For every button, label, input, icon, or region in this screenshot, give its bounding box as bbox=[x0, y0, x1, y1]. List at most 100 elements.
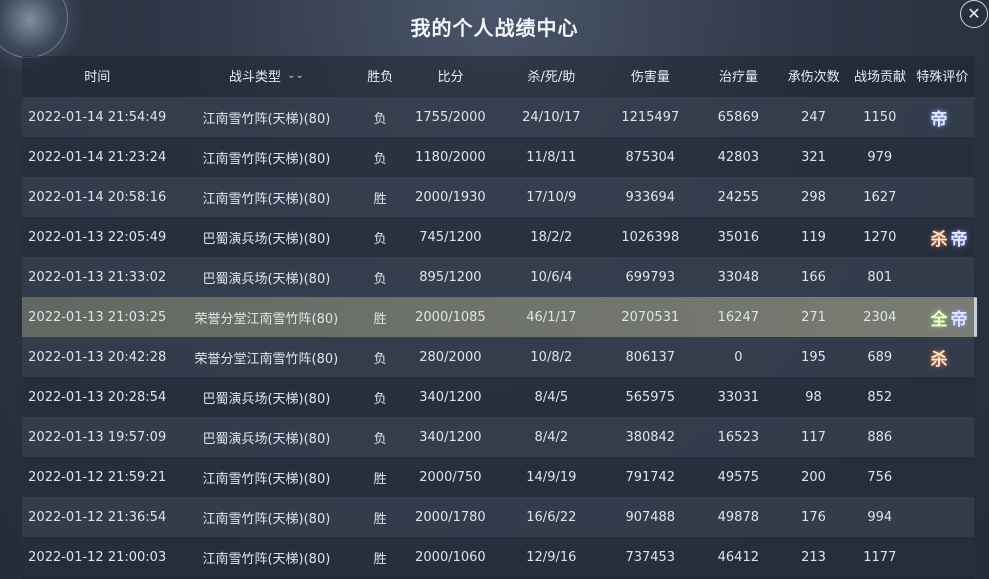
table-row[interactable]: 2022-01-12 21:36:54 江南雪竹阵(天梯)(80) 胜 2000/17… bbox=[22, 497, 974, 537]
cell-contribution: 689 bbox=[867, 349, 893, 365]
cell-damage: 699793 bbox=[625, 269, 676, 285]
cell-result: 胜 bbox=[373, 511, 387, 527]
cell-result: 胜 bbox=[373, 311, 387, 327]
cell-score: 1180/2000 bbox=[415, 149, 486, 165]
cell-damage: 806137 bbox=[625, 349, 676, 365]
emperor-badge-icon: 帝 bbox=[950, 309, 968, 330]
cell-hits-taken: 119 bbox=[801, 229, 826, 245]
table-row[interactable]: 2022-01-13 20:42:28 荣誉分堂江南雪竹阵(80) 负 280/200… bbox=[22, 337, 974, 377]
all-badge-icon: 全 bbox=[930, 309, 948, 330]
cell-hits-taken: 98 bbox=[805, 389, 822, 405]
cell-kda: 10/6/4 bbox=[530, 269, 573, 285]
cell-contribution: 801 bbox=[867, 269, 893, 285]
cell-kda: 8/4/5 bbox=[534, 389, 569, 405]
cell-evaluation: 杀帝 bbox=[910, 225, 974, 250]
header-time: 时间 bbox=[84, 69, 111, 85]
header-damage: 伤害量 bbox=[630, 69, 670, 85]
cell-damage: 737453 bbox=[625, 549, 676, 565]
cell-evaluation: 帝 bbox=[910, 105, 974, 130]
cell-healing: 65869 bbox=[717, 109, 759, 125]
table-row[interactable]: 2022-01-12 21:59:21 江南雪竹阵(天梯)(80) 胜 2000/75… bbox=[22, 457, 974, 497]
cell-time: 2022-01-12 21:00:03 bbox=[28, 549, 167, 565]
cell-score: 745/1200 bbox=[419, 229, 482, 245]
cell-damage: 875304 bbox=[625, 149, 676, 165]
table-row[interactable]: 2022-01-13 19:57:09 巴蜀演兵场(天梯)(80) 负 340/120… bbox=[22, 417, 974, 457]
cell-damage: 380842 bbox=[625, 429, 676, 445]
table-row[interactable]: 2022-01-12 21:00:03 江南雪竹阵(天梯)(80) 胜 2000/10… bbox=[22, 537, 974, 577]
cell-type: 巴蜀演兵场(天梯)(80) bbox=[202, 271, 331, 287]
cell-score: 2000/1060 bbox=[415, 549, 486, 565]
cell-type: 江南雪竹阵(天梯)(80) bbox=[202, 151, 331, 167]
cell-contribution: 1150 bbox=[863, 109, 897, 125]
header-kda: 杀/死/助 bbox=[527, 69, 576, 85]
cell-contribution: 852 bbox=[867, 389, 893, 405]
cell-hits-taken: 247 bbox=[801, 109, 826, 125]
cell-kda: 46/1/17 bbox=[526, 309, 577, 325]
cell-hits-taken: 117 bbox=[801, 429, 826, 445]
header-hits-taken: 承伤次数 bbox=[787, 69, 840, 85]
cell-result: 负 bbox=[373, 151, 387, 167]
cell-hits-taken: 298 bbox=[801, 189, 826, 205]
cell-result: 负 bbox=[373, 271, 387, 287]
cell-hits-taken: 213 bbox=[801, 549, 826, 565]
cell-hits-taken: 271 bbox=[801, 309, 826, 325]
cell-damage: 907488 bbox=[625, 509, 676, 525]
cell-score: 2000/1780 bbox=[415, 509, 486, 525]
cell-contribution: 1270 bbox=[863, 229, 897, 245]
cell-contribution: 2304 bbox=[863, 309, 897, 325]
cell-type: 江南雪竹阵(天梯)(80) bbox=[202, 191, 331, 207]
cell-score: 340/1200 bbox=[419, 429, 482, 445]
cell-hits-taken: 195 bbox=[801, 349, 826, 365]
cell-kda: 8/4/2 bbox=[534, 429, 569, 445]
cell-healing: 49878 bbox=[717, 509, 759, 525]
cell-healing: 42803 bbox=[717, 149, 759, 165]
emperor-badge-icon: 帝 bbox=[950, 229, 968, 250]
cell-type: 江南雪竹阵(天梯)(80) bbox=[202, 551, 331, 567]
cell-result: 负 bbox=[373, 351, 387, 367]
table-row[interactable]: 2022-01-13 22:05:49 巴蜀演兵场(天梯)(80) 负 745/120… bbox=[22, 217, 974, 257]
cell-contribution: 979 bbox=[867, 149, 893, 165]
cell-time: 2022-01-13 20:42:28 bbox=[28, 349, 167, 365]
cell-healing: 33031 bbox=[717, 389, 759, 405]
close-button[interactable]: ✕ bbox=[960, 0, 988, 28]
table-row[interactable]: 2022-01-14 21:23:24 江南雪竹阵(天梯)(80) 负 1180/20… bbox=[22, 137, 974, 177]
table-row[interactable]: 2022-01-14 21:54:49 江南雪竹阵(天梯)(80) 负 1755/20… bbox=[22, 97, 974, 137]
cell-time: 2022-01-13 20:28:54 bbox=[28, 389, 167, 405]
cell-score: 2000/1085 bbox=[415, 309, 486, 325]
table-row[interactable]: 2022-01-13 21:33:02 巴蜀演兵场(天梯)(80) 负 895/120… bbox=[22, 257, 974, 297]
cell-kda: 18/2/2 bbox=[530, 229, 573, 245]
cell-contribution: 886 bbox=[867, 429, 893, 445]
table-row[interactable]: 2022-01-13 20:28:54 巴蜀演兵场(天梯)(80) 负 340/120… bbox=[22, 377, 974, 417]
cell-hits-taken: 200 bbox=[801, 469, 826, 485]
table-row[interactable]: 2022-01-14 20:58:16 江南雪竹阵(天梯)(80) 胜 2000/19… bbox=[22, 177, 974, 217]
header-healing: 治疗量 bbox=[718, 69, 758, 85]
cell-type: 荣誉分堂江南雪竹阵(80) bbox=[194, 311, 339, 327]
cell-type: 巴蜀演兵场(天梯)(80) bbox=[202, 391, 331, 407]
emperor-badge-icon: 帝 bbox=[930, 109, 948, 130]
cell-healing: 33048 bbox=[717, 269, 759, 285]
table-header: 时间 战斗类型 ⌄⌄ 胜负 比分 杀/死/助 伤害量 治疗量 承伤次数 战场贡献… bbox=[22, 57, 974, 93]
cell-kda: 14/9/19 bbox=[526, 469, 577, 485]
table-row[interactable]: 2022-01-13 21:03:25 荣誉分堂江南雪竹阵(80) 胜 2000/10… bbox=[22, 297, 974, 337]
cell-time: 2022-01-13 21:03:25 bbox=[28, 309, 167, 325]
cell-time: 2022-01-13 22:05:49 bbox=[28, 229, 167, 245]
header-type[interactable]: 战斗类型 ⌄⌄ bbox=[172, 66, 360, 85]
scrollbar-thumb[interactable] bbox=[974, 297, 977, 337]
cell-healing: 16247 bbox=[717, 309, 759, 325]
cell-score: 2000/750 bbox=[419, 469, 482, 485]
header-contribution: 战场贡献 bbox=[853, 69, 906, 85]
cell-damage: 791742 bbox=[625, 469, 676, 485]
cell-result: 胜 bbox=[373, 191, 387, 207]
cell-damage: 565975 bbox=[625, 389, 676, 405]
cell-result: 胜 bbox=[373, 551, 387, 567]
cell-healing: 24255 bbox=[717, 189, 759, 205]
cell-type: 江南雪竹阵(天梯)(80) bbox=[202, 471, 331, 487]
cell-contribution: 994 bbox=[867, 509, 893, 525]
header-score: 比分 bbox=[437, 69, 464, 85]
cell-score: 2000/1930 bbox=[415, 189, 486, 205]
cell-hits-taken: 321 bbox=[801, 149, 826, 165]
cell-score: 895/1200 bbox=[419, 269, 482, 285]
cell-contribution: 756 bbox=[867, 469, 893, 485]
cell-damage: 1215497 bbox=[621, 109, 680, 125]
chevron-down-icon[interactable]: ⌄⌄ bbox=[287, 70, 304, 81]
